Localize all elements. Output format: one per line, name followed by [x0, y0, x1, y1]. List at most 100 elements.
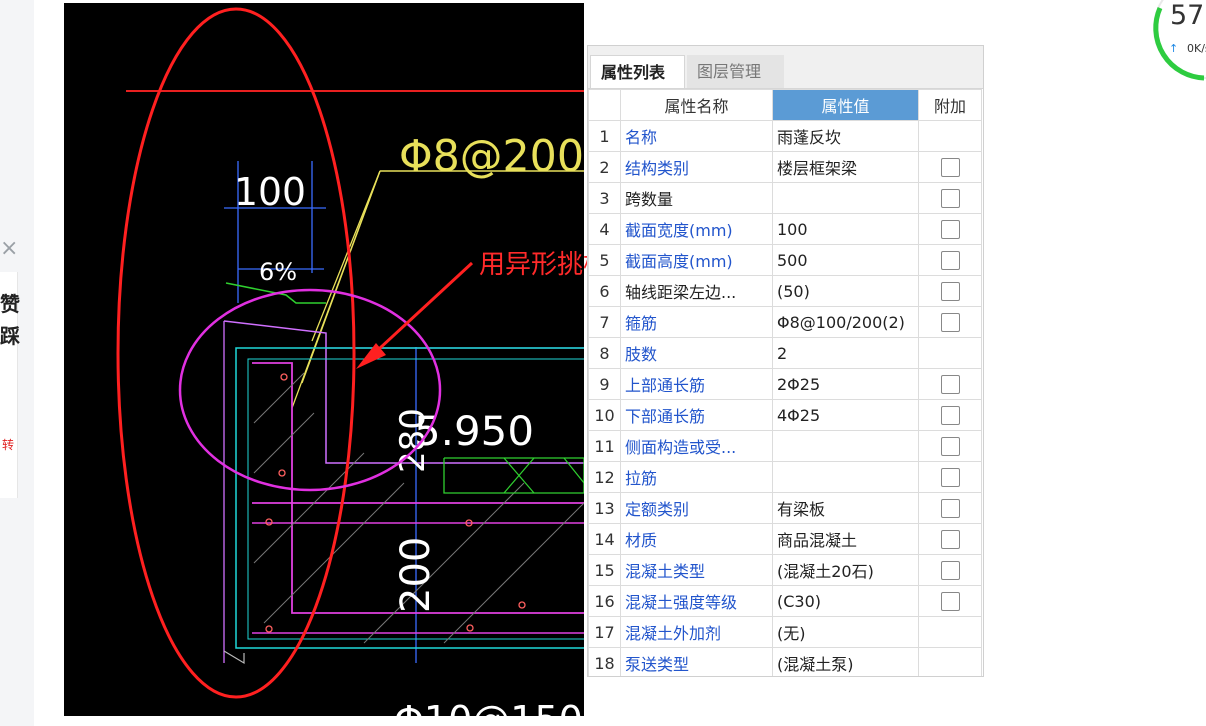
row-index: 4 [588, 213, 621, 245]
property-value[interactable]: 有梁板 [772, 492, 919, 524]
table-row[interactable]: 18 泵送类型 (混凝土泵) [588, 647, 982, 676]
column-header-index [588, 89, 621, 121]
property-name: 肢数 [620, 337, 773, 369]
extra-checkbox[interactable] [940, 468, 960, 487]
extra-cell [918, 554, 982, 586]
extra-checkbox[interactable] [940, 406, 960, 425]
panel-tabs: 属性列表 图层管理 [588, 46, 983, 89]
row-index: 11 [588, 430, 621, 462]
property-name: 拉筋 [620, 461, 773, 493]
property-value[interactable] [772, 430, 919, 462]
extra-cell [918, 368, 982, 400]
table-row[interactable]: 10 下部通长筋 4Φ25 [588, 399, 982, 431]
property-name: 箍筋 [620, 306, 773, 338]
table-row[interactable]: 15 混凝土类型 (混凝土20石) [588, 554, 982, 586]
row-index: 14 [588, 523, 621, 555]
table-row[interactable]: 17 混凝土外加剂 (无) [588, 616, 982, 648]
column-header-value: 属性值 [772, 89, 919, 121]
row-index: 7 [588, 306, 621, 338]
extra-cell [918, 120, 982, 152]
property-value[interactable]: (混凝土20石) [772, 554, 919, 586]
extra-cell [918, 492, 982, 524]
extra-checkbox[interactable] [940, 313, 960, 332]
row-index: 5 [588, 244, 621, 276]
row-index: 6 [588, 275, 621, 307]
table-row[interactable]: 9 上部通长筋 2Φ25 [588, 368, 982, 400]
slope-label: 6% [259, 258, 297, 286]
row-index: 3 [588, 182, 621, 214]
property-name: 截面高度(mm) [620, 244, 773, 276]
table-row[interactable]: 7 箍筋 Φ8@100/200(2) [588, 306, 982, 338]
property-value[interactable]: 雨蓬反坎 [772, 120, 919, 152]
extra-checkbox[interactable] [940, 189, 960, 208]
tab-layer-management[interactable]: 图层管理 [687, 55, 784, 88]
extra-cell [918, 244, 982, 276]
row-index: 10 [588, 399, 621, 431]
property-value[interactable]: (混凝土泵) [772, 647, 919, 676]
extra-checkbox[interactable] [940, 158, 960, 177]
table-row[interactable]: 14 材质 商品混凝土 [588, 523, 982, 555]
extra-checkbox[interactable] [940, 561, 960, 580]
extra-checkbox[interactable] [940, 220, 960, 239]
extra-checkbox[interactable] [940, 499, 960, 518]
extra-cell [918, 430, 982, 462]
property-value[interactable]: 4Φ25 [772, 399, 919, 431]
table-row[interactable]: 4 截面宽度(mm) 100 [588, 213, 982, 245]
table-row[interactable]: 2 结构类别 楼层框架梁 [588, 151, 982, 183]
property-value[interactable]: 100 [772, 213, 919, 245]
table-row[interactable]: 1 名称 雨蓬反坎 [588, 120, 982, 152]
property-value[interactable]: (50) [772, 275, 919, 307]
property-name: 泵送类型 [620, 647, 773, 676]
annotation-arrow [364, 261, 474, 363]
table-row[interactable]: 6 轴线距梁左边... (50) [588, 275, 982, 307]
table-row[interactable]: 5 截面高度(mm) 500 [588, 244, 982, 276]
table-row[interactable]: 16 混凝土强度等级 (C30) [588, 585, 982, 617]
tab-property-list[interactable]: 属性列表 [590, 55, 685, 88]
highlight-circle [178, 288, 442, 492]
upload-speed: 0K/s [1187, 42, 1206, 55]
table-row[interactable]: 3 跨数量 [588, 182, 982, 214]
table-row[interactable]: 11 侧面构造或受... [588, 430, 982, 462]
table-row[interactable]: 8 肢数 2 [588, 337, 982, 369]
table-row[interactable]: 13 定额类别 有梁板 [588, 492, 982, 524]
property-name: 下部通长筋 [620, 399, 773, 431]
column-header-name: 属性名称 [620, 89, 773, 121]
extra-checkbox[interactable] [940, 437, 960, 456]
property-table: 属性名称 属性值 附加 1 名称 雨蓬反坎 2 结构类别 楼层框架梁 3 跨数量 4 截面宽度(m… [588, 89, 982, 676]
row-index: 15 [588, 554, 621, 586]
row-index: 18 [588, 647, 621, 676]
property-value[interactable] [772, 182, 919, 214]
extra-cell [918, 337, 982, 369]
dim-height-b-label: 200 [393, 537, 439, 613]
table-row[interactable]: 12 拉筋 [588, 461, 982, 493]
extra-checkbox[interactable] [940, 530, 960, 549]
speed-value: 57 [1170, 0, 1205, 31]
property-name: 定额类别 [620, 492, 773, 524]
row-index: 9 [588, 368, 621, 400]
property-value[interactable]: Φ8@100/200(2) [772, 306, 919, 338]
share-action[interactable]: 转 [2, 436, 14, 453]
extra-checkbox[interactable] [940, 592, 960, 611]
property-name: 截面宽度(mm) [620, 213, 773, 245]
property-name: 上部通长筋 [620, 368, 773, 400]
extra-checkbox[interactable] [940, 282, 960, 301]
row-index: 13 [588, 492, 621, 524]
extra-checkbox[interactable] [940, 375, 960, 394]
property-value[interactable]: 楼层框架梁 [772, 151, 919, 183]
extra-cell [918, 213, 982, 245]
extra-cell [918, 151, 982, 183]
dislike-action[interactable]: 踩 [0, 320, 20, 349]
close-icon[interactable]: × [0, 236, 18, 261]
row-index: 1 [588, 120, 621, 152]
property-value[interactable]: 500 [772, 244, 919, 276]
property-value[interactable]: (C30) [772, 585, 919, 617]
property-value[interactable]: 2 [772, 337, 919, 369]
like-action[interactable]: 赞 [0, 288, 20, 317]
property-value[interactable]: 2Φ25 [772, 368, 919, 400]
row-index: 16 [588, 585, 621, 617]
property-name: 名称 [620, 120, 773, 152]
property-value[interactable] [772, 461, 919, 493]
property-value[interactable]: 商品混凝土 [772, 523, 919, 555]
property-value[interactable]: (无) [772, 616, 919, 648]
extra-checkbox[interactable] [940, 251, 960, 270]
